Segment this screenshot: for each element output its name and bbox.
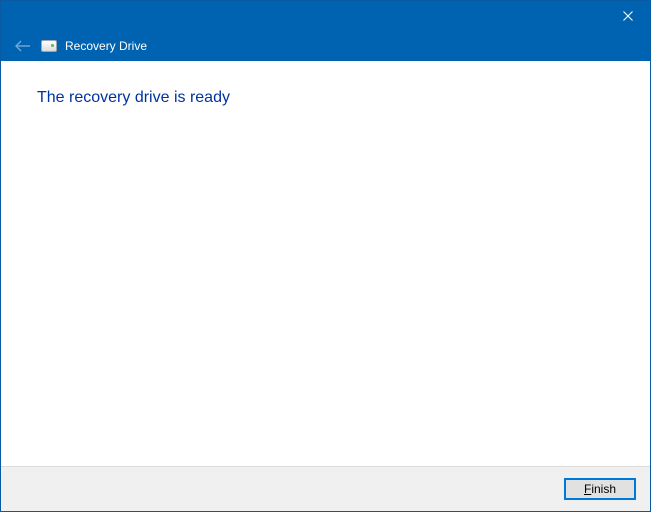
back-button [11, 35, 33, 57]
drive-icon [41, 40, 57, 52]
header-bar: Recovery Drive [1, 31, 650, 61]
recovery-drive-window: Recovery Drive The recovery drive is rea… [0, 0, 651, 512]
finish-button-rest: inish [591, 482, 616, 496]
content-area: The recovery drive is ready [1, 61, 650, 466]
window-title: Recovery Drive [65, 39, 147, 53]
back-arrow-icon [13, 39, 31, 53]
footer-bar: Finish [1, 466, 650, 511]
close-icon [623, 11, 633, 21]
close-button[interactable] [605, 1, 650, 31]
titlebar [1, 1, 650, 31]
finish-button[interactable]: Finish [564, 478, 636, 500]
headline-text: The recovery drive is ready [37, 89, 614, 107]
